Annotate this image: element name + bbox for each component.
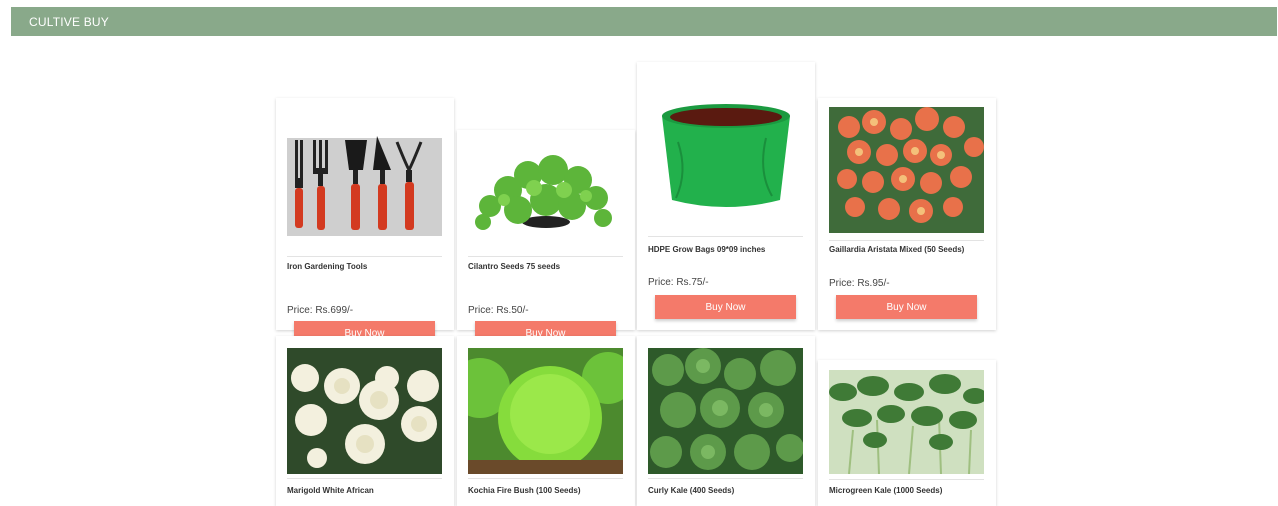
grow-bag-image — [648, 72, 803, 232]
card-divider — [829, 479, 984, 480]
cilantro-plant-image — [468, 140, 623, 266]
card-divider — [829, 240, 984, 241]
buy-now-button[interactable]: Buy Now — [655, 295, 796, 319]
product-price: Price: Rs.75/- — [648, 277, 709, 288]
product-name[interactable]: Cilantro Seeds 75 seeds — [468, 261, 626, 272]
brand-title[interactable]: CULTIVE BUY — [29, 15, 109, 29]
product-name[interactable]: Microgreen Kale (1000 Seeds) — [829, 485, 987, 496]
product-card: Marigold White African — [276, 336, 454, 506]
product-card: Microgreen Kale (1000 Seeds) — [818, 360, 996, 506]
product-name[interactable]: Iron Gardening Tools — [287, 261, 445, 272]
card-divider — [648, 478, 803, 479]
card-divider — [648, 236, 803, 237]
card-divider — [287, 478, 442, 479]
product-name[interactable]: Gaillardia Aristata Mixed (50 Seeds) — [829, 244, 987, 255]
product-card: Cilantro Seeds 75 seeds Price: Rs.50/- B… — [457, 130, 635, 345]
product-card: Iron Gardening Tools Price: Rs.699/- Buy… — [276, 98, 454, 345]
card-divider — [468, 478, 623, 479]
product-name[interactable]: Marigold White African — [287, 485, 445, 496]
curly-kale-image — [648, 348, 803, 474]
product-price: Price: Rs.699/- — [287, 305, 354, 316]
kochia-bush-image — [468, 348, 623, 474]
gardening-tools-image — [287, 122, 442, 248]
product-name[interactable]: HDPE Grow Bags 09*09 inches — [648, 244, 806, 255]
product-card: Kochia Fire Bush (100 Seeds) — [457, 336, 635, 506]
product-price: Price: Rs.50/- — [468, 305, 529, 316]
top-nav-bar: CULTIVE BUY — [11, 7, 1277, 36]
card-divider — [287, 256, 442, 257]
product-name[interactable]: Curly Kale (400 Seeds) — [648, 485, 806, 496]
microgreen-kale-image — [829, 370, 984, 474]
product-card: Curly Kale (400 Seeds) — [637, 336, 815, 506]
buy-now-button[interactable]: Buy Now — [836, 295, 977, 319]
product-price: Price: Rs.95/- — [829, 278, 890, 289]
product-card: HDPE Grow Bags 09*09 inches Price: Rs.75… — [637, 62, 815, 330]
white-marigold-image — [287, 348, 442, 474]
card-divider — [468, 256, 623, 257]
product-grid: Iron Gardening Tools Price: Rs.699/- Buy… — [275, 62, 1000, 506]
gaillardia-flowers-image — [829, 107, 984, 233]
product-card: Gaillardia Aristata Mixed (50 Seeds) Pri… — [818, 98, 996, 330]
product-name[interactable]: Kochia Fire Bush (100 Seeds) — [468, 485, 626, 496]
